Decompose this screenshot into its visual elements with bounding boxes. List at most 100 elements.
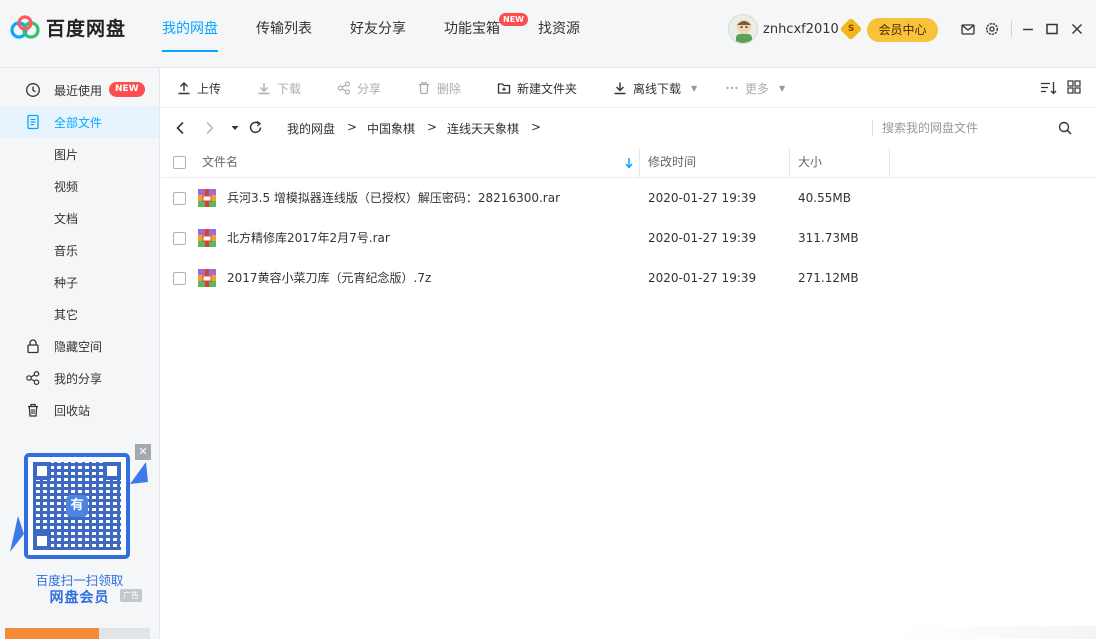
search-divider xyxy=(872,120,873,136)
more-button[interactable]: 更多 ▼ xyxy=(725,68,785,108)
archive-file-icon xyxy=(198,189,216,207)
nav-my-disk[interactable]: 我的网盘 xyxy=(162,0,218,68)
ad-tag: 广告 xyxy=(120,589,142,602)
row-checkbox[interactable] xyxy=(173,232,186,245)
ad-close-button[interactable]: ✕ xyxy=(135,444,151,460)
qr-finder xyxy=(33,532,51,550)
sidebar-item-music[interactable]: 音乐 xyxy=(0,234,159,266)
avatar-icon xyxy=(736,20,752,43)
new-folder-label: 新建文件夹 xyxy=(517,81,578,96)
breadcrumb-current-folder[interactable]: 连线天天象棋 xyxy=(447,120,519,137)
archive-file-icon xyxy=(198,269,216,287)
sort-down-arrow-icon[interactable] xyxy=(625,157,633,169)
sidebar-item-torrents[interactable]: 种子 xyxy=(0,266,159,298)
nav-find-resources[interactable]: 找资源 xyxy=(538,0,580,68)
breadcrumb-separator: > xyxy=(347,120,358,134)
share-icon xyxy=(337,81,351,95)
title-bar: 百度网盘 我的网盘 传输列表 好友分享 功能宝箱 NEW 找资源 znhcxf20… xyxy=(0,0,1096,68)
download-button[interactable]: 下载 xyxy=(257,68,301,108)
nav-toolbox[interactable]: 功能宝箱 NEW xyxy=(444,0,528,68)
nav-label: 我的网盘 xyxy=(162,21,218,37)
file-name[interactable]: 兵河3.5 增模拟器连线版（已授权）解压密码：28216300.rar xyxy=(227,178,560,218)
user-info[interactable]: znhcxf2010 S xyxy=(728,14,863,44)
trash-icon xyxy=(28,403,38,417)
sidebar-item-hidden-space[interactable]: 隐藏空间 xyxy=(0,330,159,362)
delete-button[interactable]: 删除 xyxy=(417,68,461,108)
chevron-down-icon[interactable]: ▼ xyxy=(691,84,697,93)
nav-friend-share[interactable]: 好友分享 xyxy=(350,0,406,68)
table-row[interactable]: 2017黄容小菜刀库（元宵纪念版）.7z 2020-01-27 19:39 27… xyxy=(161,258,1096,298)
avatar[interactable] xyxy=(728,14,758,44)
row-checkbox[interactable] xyxy=(173,192,186,205)
sidebar-item-images[interactable]: 图片 xyxy=(0,138,159,170)
nav-label: 好友分享 xyxy=(350,21,406,37)
trash-icon xyxy=(419,82,429,95)
share-button[interactable]: 分享 xyxy=(337,68,381,108)
offline-download-button[interactable]: 离线下载 ▼ xyxy=(613,68,697,108)
vip-center-button[interactable]: 会员中心 xyxy=(867,18,938,42)
column-divider[interactable] xyxy=(789,148,790,178)
breadcrumb-chinese-chess[interactable]: 中国象棋 xyxy=(367,120,415,137)
username[interactable]: znhcxf2010 xyxy=(763,22,839,37)
sidebar-item-videos[interactable]: 视频 xyxy=(0,170,159,202)
column-header-modified[interactable]: 修改时间 xyxy=(648,148,696,178)
sidebar-item-label: 种子 xyxy=(54,275,79,290)
sidebar-item-recycle-bin[interactable]: 回收站 xyxy=(0,394,159,426)
close-icon[interactable] xyxy=(1070,22,1084,36)
upload-button[interactable]: 上传 xyxy=(177,68,221,108)
minimize-icon[interactable] xyxy=(1021,22,1035,36)
history-dropdown-icon[interactable] xyxy=(231,124,239,132)
breadcrumb-my-disk[interactable]: 我的网盘 xyxy=(287,120,335,137)
sort-icon[interactable] xyxy=(1040,80,1057,96)
row-checkbox[interactable] xyxy=(173,272,186,285)
select-all-checkbox[interactable] xyxy=(173,156,186,169)
qr-finder xyxy=(103,462,121,480)
sidebar-item-label: 文档 xyxy=(54,211,79,226)
column-divider[interactable] xyxy=(889,148,890,178)
file-name[interactable]: 2017黄容小菜刀库（元宵纪念版）.7z xyxy=(227,258,431,298)
sidebar-item-label: 其它 xyxy=(54,307,79,322)
search-input[interactable] xyxy=(882,117,1052,139)
search-icon[interactable] xyxy=(1058,121,1072,135)
file-modified: 2020-01-27 19:39 xyxy=(648,231,757,245)
clock-icon xyxy=(26,83,40,97)
column-header-size[interactable]: 大小 xyxy=(798,148,822,178)
sidebar-item-label: 回收站 xyxy=(54,403,91,418)
share-label: 分享 xyxy=(357,81,382,96)
file-name[interactable]: 北方精修库2017年2月7号.rar xyxy=(227,218,390,258)
more-dots-icon xyxy=(726,86,738,90)
forward-arrow-icon[interactable] xyxy=(205,121,215,135)
table-row[interactable]: 北方精修库2017年2月7号.rar 2020-01-27 19:39 311.… xyxy=(161,218,1096,258)
file-modified: 2020-01-27 19:39 xyxy=(648,271,757,285)
back-arrow-icon[interactable] xyxy=(175,121,185,135)
mail-icon[interactable] xyxy=(961,22,975,36)
bottom-edge-fade xyxy=(900,626,1096,639)
table-row[interactable]: 兵河3.5 增模拟器连线版（已授权）解压密码：28216300.rar 2020… xyxy=(161,178,1096,218)
sidebar-item-recent[interactable]: 最近使用 NEW xyxy=(0,74,159,106)
breadcrumb-separator: > xyxy=(427,120,438,134)
sidebar-item-documents[interactable]: 文档 xyxy=(0,202,159,234)
file-size: 271.12MB xyxy=(798,271,859,285)
column-divider[interactable] xyxy=(639,148,640,178)
nav-label: 功能宝箱 xyxy=(444,21,500,37)
lock-icon xyxy=(27,339,39,354)
nav-transfer-list[interactable]: 传输列表 xyxy=(256,0,312,68)
chevron-down-icon: ▼ xyxy=(779,83,786,93)
maximize-icon[interactable] xyxy=(1045,22,1059,36)
grid-view-icon[interactable] xyxy=(1067,80,1081,94)
sidebar-item-all-files[interactable]: 全部文件 xyxy=(0,106,159,138)
ad-banner[interactable]: 有 ✕ 百度扫一扫领取 网盘会员 广告 xyxy=(8,444,151,609)
window-controls-divider xyxy=(1011,21,1012,37)
refresh-icon[interactable] xyxy=(248,120,263,135)
download-icon xyxy=(258,83,270,95)
offline-download-icon xyxy=(614,82,626,95)
storage-usage-fill xyxy=(5,628,100,639)
sidebar-item-my-shares[interactable]: 我的分享 xyxy=(0,362,159,394)
new-badge: NEW xyxy=(499,13,528,26)
share-icon xyxy=(26,370,40,386)
settings-icon[interactable] xyxy=(985,22,999,36)
new-folder-button[interactable]: 新建文件夹 xyxy=(497,68,577,108)
sidebar-item-other[interactable]: 其它 xyxy=(0,298,159,330)
svip-badge-icon: S xyxy=(839,17,863,41)
column-header-name[interactable]: 文件名 xyxy=(202,148,238,178)
